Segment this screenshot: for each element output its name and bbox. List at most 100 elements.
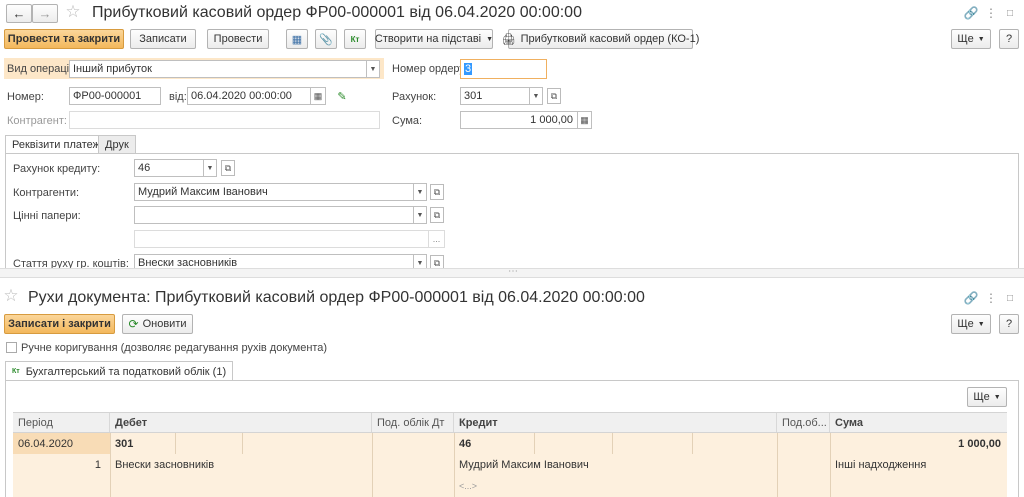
maximize-icon[interactable]: □: [1003, 6, 1017, 20]
open-window-icon: ⧉: [433, 186, 441, 197]
extra-subconto-select-button[interactable]: ...: [428, 230, 445, 248]
chevron-down-icon: ▼: [977, 35, 985, 43]
column-period[interactable]: Період: [13, 413, 110, 432]
cell-debit-subconto: Внески засновників: [115, 458, 215, 471]
order-number-input[interactable]: 3: [460, 59, 547, 79]
help-button[interactable]: ?: [999, 314, 1019, 334]
manual-edit-checkbox[interactable]: [6, 342, 17, 353]
counterparties-open-button[interactable]: ⧉: [430, 184, 444, 200]
column-divider: [534, 433, 535, 454]
credit-account-dropdown-button[interactable]: ▼: [203, 159, 217, 177]
link-icon[interactable]: 🔗: [964, 291, 979, 305]
securities-open-button[interactable]: ⧉: [430, 207, 444, 223]
printer-icon: 🖨: [501, 33, 516, 46]
back-button[interactable]: ←: [6, 4, 32, 23]
sum-label: Сума:: [392, 115, 423, 127]
menu-dots-icon[interactable]: ⋮: [984, 291, 998, 305]
document-title: Прибутковий касовий ордер ФР00-000001 ві…: [92, 4, 582, 21]
counterparty-label: Контрагент:: [7, 115, 67, 127]
window-splitter[interactable]: ⋯: [0, 266, 1024, 278]
counterparty-input[interactable]: [69, 111, 380, 129]
help-button[interactable]: ?: [999, 29, 1019, 49]
print-button[interactable]: 🖨 Прибутковий касовий ордер (КО-1): [502, 29, 699, 49]
save-button[interactable]: Записати: [130, 29, 196, 49]
date-input[interactable]: 06.04.2020 00:00:00: [187, 87, 311, 105]
column-divider: [612, 433, 613, 454]
structure-button[interactable]: ▦: [286, 29, 308, 49]
post-button[interactable]: Провести: [207, 29, 269, 49]
cell-empty-mark: <...>: [459, 480, 478, 491]
attach-button[interactable]: 📎: [315, 29, 337, 49]
securities-dropdown-button[interactable]: ▼: [413, 206, 427, 224]
cell-credit: 46: [459, 437, 472, 450]
arrow-right-icon: →: [38, 6, 52, 21]
chevron-down-icon: ▼: [977, 320, 985, 328]
more-button[interactable]: Ще ▼: [951, 29, 991, 49]
open-window-icon: ⧉: [550, 90, 558, 101]
credit-account-input[interactable]: 46: [134, 159, 204, 177]
account-input[interactable]: 301: [460, 87, 530, 105]
extra-subconto-input[interactable]: [134, 230, 429, 248]
cell-credit-subconto: Мудрий Максим Іванович: [459, 458, 589, 471]
column-subconto-dt[interactable]: Под. облік Дт: [372, 413, 454, 432]
forward-button[interactable]: →: [32, 4, 58, 23]
link-icon[interactable]: 🔗: [964, 6, 979, 20]
tab-print[interactable]: Друк: [98, 135, 136, 153]
calculator-button[interactable]: ▦: [577, 111, 592, 129]
operation-select[interactable]: Інший прибуток: [69, 60, 367, 78]
account-dropdown-button[interactable]: ▼: [529, 87, 543, 105]
maximize-icon[interactable]: □: [1003, 291, 1017, 305]
column-debit[interactable]: Дебет: [110, 413, 372, 432]
open-window-icon: ⧉: [433, 257, 441, 268]
column-subconto-kt[interactable]: Под.об...: [777, 413, 830, 432]
cell-period: 06.04.2020: [18, 437, 74, 450]
credit-account-label: Рахунок кредиту:: [13, 163, 101, 175]
calendar-button[interactable]: ▦: [310, 87, 326, 105]
dt-kt-icon: Кт: [12, 368, 20, 375]
chevron-down-icon: ▼: [993, 393, 1001, 401]
save-and-close-button[interactable]: Записати і закрити: [4, 314, 115, 334]
post-and-close-button[interactable]: Провести та закрити: [4, 29, 124, 49]
arrow-left-icon: ←: [12, 6, 26, 21]
chevron-down-icon: ▼: [416, 188, 424, 196]
operation-label: Вид операції:: [7, 63, 76, 75]
chevron-down-icon: ▼: [416, 259, 424, 267]
chevron-down-icon: ▼: [532, 92, 540, 100]
tab-payment-details[interactable]: Реквізити платежу: [5, 135, 113, 154]
grid-more-button[interactable]: Ще ▼: [967, 387, 1007, 407]
counterparties-label: Контрагенти:: [13, 187, 80, 199]
refresh-button[interactable]: ⟳ Оновити: [122, 314, 193, 334]
chevron-down-icon: ▼: [206, 164, 214, 172]
counterparties-input[interactable]: Мудрий Максим Іванович: [134, 183, 414, 201]
account-open-button[interactable]: ⧉: [547, 88, 561, 104]
column-divider: [777, 433, 778, 497]
chevron-down-icon: ▼: [369, 65, 377, 73]
favorite-star-icon[interactable]: ☆: [3, 286, 18, 305]
column-divider: [242, 433, 243, 454]
sum-input[interactable]: 1 000,00: [460, 111, 578, 129]
counterparties-dropdown-button[interactable]: ▼: [413, 183, 427, 201]
more-button[interactable]: Ще ▼: [951, 314, 991, 334]
date-edit-icon[interactable]: ✎: [335, 89, 349, 103]
create-based-on-button[interactable]: Створити на підставі ▼: [375, 29, 493, 49]
movements-title: Рухи документа: Прибутковий касовий орде…: [28, 289, 645, 306]
number-input[interactable]: ФР00-000001: [69, 87, 161, 105]
column-sum[interactable]: Сума: [830, 413, 1007, 432]
cell-line-number: 1: [94, 458, 101, 471]
number-label: Номер:: [7, 91, 44, 103]
postings-button[interactable]: Кт: [344, 29, 366, 49]
splitter-grip-icon: ⋯: [508, 266, 518, 277]
table-row[interactable]: 06.04.2020 301 46 1 000,00 1 Внески засн…: [13, 433, 1007, 497]
account-label: Рахунок:: [392, 91, 437, 103]
cell-note: Інші надходження: [835, 458, 927, 471]
dt-kt-icon: Кт: [350, 34, 360, 44]
order-number-label: Номер ордеру:: [392, 63, 468, 75]
column-credit[interactable]: Кредит: [454, 413, 777, 432]
favorite-star-icon[interactable]: ☆: [65, 2, 80, 21]
operation-dropdown-button[interactable]: ▼: [366, 60, 380, 78]
cell-sum: 1 000,00: [958, 437, 1001, 450]
credit-account-open-button[interactable]: ⧉: [221, 160, 235, 176]
menu-dots-icon[interactable]: ⋮: [984, 6, 998, 20]
securities-input[interactable]: [134, 206, 414, 224]
tab-accounting[interactable]: Кт Бухгалтерський та податковий облік (1…: [5, 361, 234, 381]
